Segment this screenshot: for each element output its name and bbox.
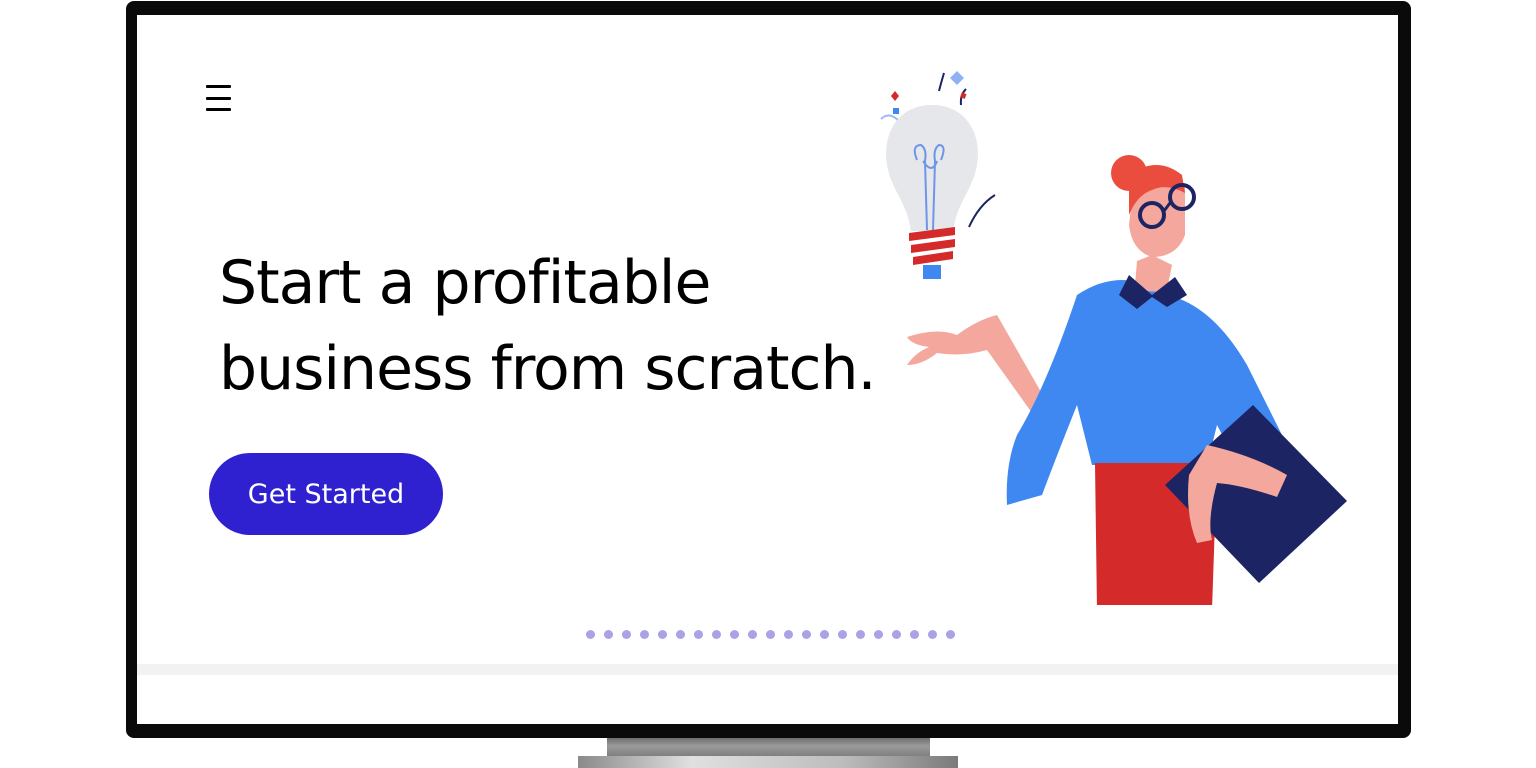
carousel-dot[interactable] bbox=[928, 630, 937, 639]
woman-figure bbox=[1006, 155, 1347, 605]
menu-bar-top bbox=[206, 85, 231, 88]
carousel-dot[interactable] bbox=[802, 630, 811, 639]
carousel-dot[interactable] bbox=[712, 630, 721, 639]
woman-with-lightbulb-illustration bbox=[880, 71, 1347, 605]
carousel-dot[interactable] bbox=[820, 630, 829, 639]
carousel-dot[interactable] bbox=[640, 630, 649, 639]
hero-title: Start a profitable business from scratch… bbox=[219, 240, 919, 412]
carousel-dot[interactable] bbox=[874, 630, 883, 639]
hero-title-line-2: business from scratch. bbox=[219, 334, 877, 404]
menu-bar-bottom bbox=[206, 108, 231, 111]
lightbulb-icon bbox=[886, 105, 978, 279]
bottom-divider bbox=[137, 664, 1398, 675]
carousel-dot[interactable] bbox=[838, 630, 847, 639]
carousel-dot[interactable] bbox=[748, 630, 757, 639]
carousel-dot[interactable] bbox=[694, 630, 703, 639]
carousel-dot[interactable] bbox=[892, 630, 901, 639]
hamburger-menu-icon[interactable] bbox=[206, 85, 234, 111]
carousel-dot[interactable] bbox=[730, 630, 739, 639]
hero-title-line-1: Start a profitable bbox=[219, 248, 711, 318]
carousel-dot[interactable] bbox=[766, 630, 775, 639]
carousel-dot[interactable] bbox=[784, 630, 793, 639]
monitor-stand-neck bbox=[607, 738, 930, 758]
carousel-dot[interactable] bbox=[856, 630, 865, 639]
carousel-dot[interactable] bbox=[910, 630, 919, 639]
carousel-dot[interactable] bbox=[946, 630, 955, 639]
carousel-dot[interactable] bbox=[622, 630, 631, 639]
carousel-dot[interactable] bbox=[586, 630, 595, 639]
carousel-dot[interactable] bbox=[676, 630, 685, 639]
get-started-button[interactable]: Get Started bbox=[209, 453, 443, 535]
menu-bar-middle bbox=[206, 96, 231, 100]
carousel-dot[interactable] bbox=[604, 630, 613, 639]
carousel-dot[interactable] bbox=[658, 630, 667, 639]
screen: Start a profitable business from scratch… bbox=[137, 15, 1398, 724]
monitor-stand-base bbox=[578, 756, 958, 768]
carousel-dots bbox=[586, 630, 955, 639]
